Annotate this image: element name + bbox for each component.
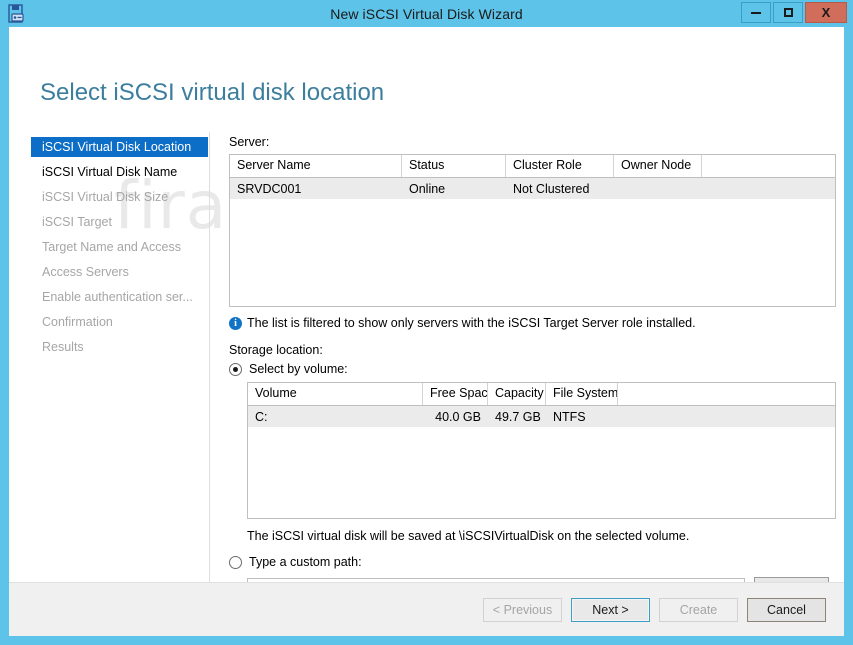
storage-location-label: Storage location: (229, 343, 836, 357)
cell-capacity: 49.7 GB (488, 410, 546, 424)
volume-table-body: C: 40.0 GB 49.7 GB NTFS (248, 406, 835, 518)
select-by-volume-radio[interactable] (229, 363, 242, 376)
sidebar-item-enable-authentication: Enable authentication ser... (31, 288, 208, 307)
cell-cluster-role: Not Clustered (506, 182, 614, 196)
close-icon: X (822, 5, 831, 20)
volume-table-header: Volume Free Space Capacity File System (248, 383, 835, 406)
sidebar-divider (209, 132, 210, 607)
cell-server-name: SRVDC001 (230, 182, 402, 196)
main-pane: Server: Server Name Status Cluster Role … (229, 135, 836, 600)
save-location-note: The iSCSI virtual disk will be saved at … (247, 529, 836, 543)
create-button: Create (659, 598, 738, 622)
volume-table[interactable]: Volume Free Space Capacity File System C… (247, 382, 836, 519)
sidebar-item-label: Confirmation (42, 315, 113, 329)
minimize-button[interactable] (741, 2, 771, 23)
minimize-icon (751, 12, 761, 14)
custom-path-label: Type a custom path: (249, 555, 362, 569)
sidebar-item-target-name-and-access: Target Name and Access (31, 238, 208, 257)
table-row[interactable]: C: 40.0 GB 49.7 GB NTFS (248, 406, 835, 427)
column-header-server-name[interactable]: Server Name (230, 155, 402, 177)
server-table-header: Server Name Status Cluster Role Owner No… (230, 155, 835, 178)
sidebar-item-results: Results (31, 338, 208, 357)
sidebar-item-label: iSCSI Virtual Disk Size (42, 190, 168, 204)
sidebar-item-label: Results (42, 340, 84, 354)
sidebar-item-label: iSCSI Virtual Disk Location (42, 140, 191, 154)
title-bar[interactable]: New iSCSI Virtual Disk Wizard X (0, 0, 853, 27)
close-button[interactable]: X (805, 2, 847, 23)
cancel-button[interactable]: Cancel (747, 598, 826, 622)
sidebar-item-iscsi-virtual-disk-size: iSCSI Virtual Disk Size (31, 188, 208, 207)
previous-button: < Previous (483, 598, 562, 622)
maximize-button[interactable] (773, 2, 803, 23)
cell-volume: C: (248, 410, 423, 424)
custom-path-radio-row[interactable]: Type a custom path: (229, 555, 836, 569)
column-header-spacer (702, 155, 835, 177)
column-header-capacity[interactable]: Capacity (488, 383, 546, 405)
sidebar-item-iscsi-virtual-disk-location[interactable]: iSCSI Virtual Disk Location (31, 137, 208, 157)
sidebar-item-label: Enable authentication ser... (42, 290, 193, 304)
column-header-spacer (618, 383, 835, 405)
sidebar-item-label: iSCSI Virtual Disk Name (42, 165, 177, 179)
cell-status: Online (402, 182, 506, 196)
sidebar-item-access-servers: Access Servers (31, 263, 208, 282)
window-controls: X (741, 2, 847, 23)
column-header-owner-node[interactable]: Owner Node (614, 155, 702, 177)
cell-free-space: 40.0 GB (423, 410, 488, 424)
column-header-volume[interactable]: Volume (248, 383, 423, 405)
column-header-file-system[interactable]: File System (546, 383, 618, 405)
column-header-free-space[interactable]: Free Space (423, 383, 488, 405)
select-by-volume-radio-row[interactable]: Select by volume: (229, 362, 836, 376)
column-header-cluster-role[interactable]: Cluster Role (506, 155, 614, 177)
info-message-text: The list is filtered to show only server… (247, 316, 696, 330)
sidebar-item-iscsi-target: iSCSI Target (31, 213, 208, 232)
maximize-icon (784, 8, 793, 17)
select-by-volume-label: Select by volume: (249, 362, 348, 376)
sidebar-item-label: Target Name and Access (42, 240, 181, 254)
wizard-window: New iSCSI Virtual Disk Wizard X firatboy… (0, 0, 853, 645)
window-title: New iSCSI Virtual Disk Wizard (0, 6, 853, 22)
wizard-step-list: iSCSI Virtual Disk Location iSCSI Virtua… (31, 137, 208, 363)
sidebar-item-label: Access Servers (42, 265, 129, 279)
column-header-status[interactable]: Status (402, 155, 506, 177)
server-label: Server: (229, 135, 836, 149)
sidebar-item-iscsi-virtual-disk-name[interactable]: iSCSI Virtual Disk Name (31, 163, 208, 182)
next-button[interactable]: Next > (571, 598, 650, 622)
filter-info-message: i The list is filtered to show only serv… (229, 316, 836, 330)
cell-file-system: NTFS (546, 410, 618, 424)
wizard-footer: < Previous Next > Create Cancel (9, 582, 844, 636)
wizard-client-area: firatboyan.com Select iSCSI virtual disk… (9, 27, 844, 636)
table-row[interactable]: SRVDC001 Online Not Clustered (230, 178, 835, 199)
sidebar-item-label: iSCSI Target (42, 215, 112, 229)
server-table[interactable]: Server Name Status Cluster Role Owner No… (229, 154, 836, 307)
iscsi-disk-icon (6, 3, 28, 25)
sidebar-item-confirmation: Confirmation (31, 313, 208, 332)
info-icon: i (229, 317, 242, 330)
custom-path-radio[interactable] (229, 556, 242, 569)
page-title: Select iSCSI virtual disk location (40, 79, 384, 107)
footer-button-group: < Previous Next > Create Cancel (483, 598, 826, 622)
server-table-body: SRVDC001 Online Not Clustered (230, 178, 835, 306)
